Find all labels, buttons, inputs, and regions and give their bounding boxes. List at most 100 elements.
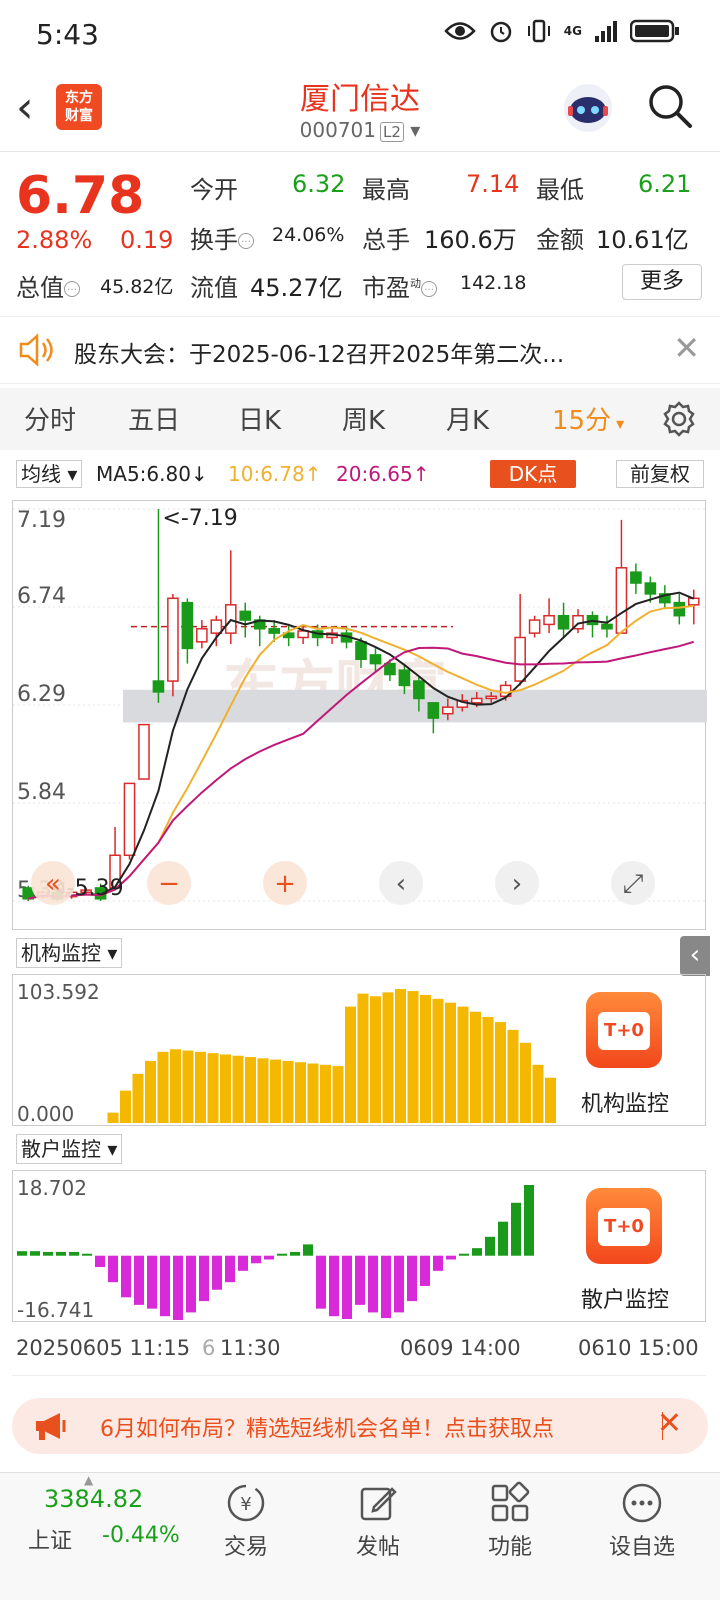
time-axis: 20250605 11:15 6 11:30 0609 14:00 0610 1… bbox=[12, 1322, 706, 1376]
eye-icon bbox=[444, 22, 476, 40]
index-ticker[interactable]: ▲ 3384.82 上证 -0.44% bbox=[0, 1473, 180, 1573]
zoom-in-icon[interactable]: + bbox=[263, 861, 307, 905]
chevron-left-icon[interactable]: ‹ bbox=[379, 861, 423, 905]
candle-body bbox=[427, 702, 440, 719]
tab-monthly[interactable]: 月K bbox=[446, 400, 489, 437]
retail-t0-button[interactable]: T+0 bbox=[586, 1188, 662, 1264]
candle-body bbox=[384, 662, 396, 676]
candle-body bbox=[355, 641, 367, 661]
max-label: 18.702 bbox=[17, 1176, 87, 1200]
inst-bar bbox=[507, 1029, 519, 1123]
retail-bar bbox=[277, 1253, 287, 1256]
turnover-label-text: 换手 bbox=[190, 226, 238, 254]
zoom-out-icon[interactable]: − bbox=[147, 861, 191, 905]
candle-body bbox=[441, 706, 454, 715]
collapse-toggle[interactable]: ‹ bbox=[680, 936, 710, 976]
tab-five-day[interactable]: 五日 bbox=[128, 400, 180, 437]
kline-chart[interactable]: 7.196.746.295.845.39东方财富<-7.19<-5.39«−+‹… bbox=[12, 500, 707, 930]
inst-bar bbox=[357, 993, 369, 1123]
chevron-right-icon[interactable]: › bbox=[495, 861, 539, 905]
inst-bar bbox=[370, 996, 381, 1123]
close-icon[interactable]: ✕ bbox=[657, 1406, 682, 1441]
pe-dynamic-mark: 动 bbox=[410, 277, 421, 290]
retail-bar bbox=[82, 1253, 92, 1256]
retail-bar bbox=[342, 1255, 352, 1319]
gear-icon[interactable] bbox=[660, 400, 698, 438]
retail-monitor-select[interactable]: 散户监控 ▾ bbox=[16, 1134, 123, 1164]
time-label: 0610 15:00 bbox=[578, 1336, 699, 1360]
tab-intraday[interactable]: 分时 bbox=[24, 400, 76, 437]
index-value: 3384.82 bbox=[44, 1485, 144, 1513]
retail-bar bbox=[355, 1255, 365, 1305]
retail-bar bbox=[251, 1255, 261, 1264]
control-glyph: − bbox=[158, 869, 180, 899]
retail-bar bbox=[69, 1251, 79, 1256]
mcap-value: 45.82亿 bbox=[100, 276, 174, 298]
info-icon[interactable]: … bbox=[64, 281, 80, 297]
candle-body bbox=[601, 623, 613, 630]
nav-trade-label: 交易 bbox=[223, 1535, 268, 1560]
expand-icon[interactable]: ⤢ bbox=[611, 861, 655, 905]
indicator-select[interactable]: 均线 ▾ bbox=[16, 460, 83, 488]
dk-point-button[interactable]: DK点 bbox=[490, 460, 576, 488]
status-bar: 5:43 4G bbox=[0, 0, 720, 70]
candle-body bbox=[369, 654, 382, 665]
info-icon[interactable]: … bbox=[238, 233, 254, 249]
inst-bar bbox=[282, 1060, 294, 1123]
retail-bar bbox=[17, 1251, 27, 1256]
chevrons-left-icon[interactable]: « bbox=[31, 861, 75, 905]
open-label: 今开 bbox=[190, 176, 238, 204]
tab-15min[interactable]: 15分 ▾ bbox=[552, 400, 624, 437]
more-icon bbox=[622, 1483, 662, 1523]
inst-bar bbox=[120, 1090, 131, 1123]
chevron-down-icon: ▾ bbox=[611, 414, 625, 433]
high-marker: <-7.19 bbox=[162, 506, 237, 531]
tab-daily[interactable]: 日K bbox=[238, 400, 281, 437]
tab-weekly[interactable]: 周K bbox=[342, 400, 385, 437]
retail-bar bbox=[264, 1255, 274, 1260]
announcement-bar[interactable]: 股东大会：于2025-06-12召开2025年第二次... ✕ bbox=[0, 316, 720, 384]
high-value: 7.14 bbox=[466, 170, 520, 198]
trade-icon: ¥ bbox=[227, 1484, 265, 1522]
retail-bar bbox=[524, 1185, 534, 1256]
retail-t0-label[interactable]: 散户监控 bbox=[550, 1282, 700, 1314]
index-percent: -0.44% bbox=[102, 1523, 180, 1548]
grid-icon bbox=[491, 1481, 530, 1522]
candle-body bbox=[239, 610, 252, 621]
high-label: 最高 bbox=[362, 176, 410, 204]
inst-bar bbox=[145, 1060, 156, 1123]
candle-body bbox=[224, 604, 237, 634]
inst-bar bbox=[395, 989, 406, 1123]
candle-body bbox=[413, 680, 425, 700]
time-label: 0609 14:00 bbox=[400, 1336, 521, 1360]
retail-bar bbox=[95, 1255, 105, 1268]
retail-bar bbox=[108, 1255, 118, 1283]
info-icon[interactable]: … bbox=[421, 281, 437, 297]
candle-body bbox=[557, 614, 570, 630]
robot-assistant-icon[interactable] bbox=[560, 80, 616, 136]
promo-banner[interactable]: 6月如何布局？精选短线机会名单！点击获取点 ✕ bbox=[12, 1398, 708, 1454]
inst-bar bbox=[132, 1073, 144, 1123]
retail-bar bbox=[43, 1251, 53, 1256]
retail-bar bbox=[485, 1236, 495, 1256]
inst-monitor-select[interactable]: 机构监控 ▾ bbox=[16, 938, 123, 968]
more-button[interactable]: 更多 bbox=[622, 264, 702, 300]
time-label: 20250605 11:15 bbox=[16, 1336, 191, 1360]
retail-bar bbox=[511, 1202, 521, 1256]
control-glyph: « bbox=[45, 869, 61, 899]
y-tick-label: 6.74 bbox=[17, 584, 66, 609]
inst-t0-label[interactable]: 机构监控 bbox=[550, 1086, 700, 1118]
inst-bar bbox=[232, 1055, 244, 1123]
inst-bar bbox=[220, 1054, 231, 1123]
inst-bar bbox=[270, 1059, 281, 1123]
search-icon[interactable] bbox=[646, 82, 694, 130]
inst-bar bbox=[432, 998, 444, 1123]
close-icon[interactable]: ✕ bbox=[673, 329, 700, 367]
candle-body bbox=[470, 697, 483, 704]
amount-value: 10.61亿 bbox=[596, 226, 689, 254]
adjust-button[interactable]: 前复权 bbox=[616, 460, 704, 488]
nav-functions-label: 功能 bbox=[487, 1535, 532, 1560]
ma10-value: 10:6.78↑ bbox=[228, 462, 322, 486]
inst-t0-button[interactable]: T+0 bbox=[586, 992, 662, 1068]
retail-monitor-label: 散户监控 bbox=[21, 1137, 101, 1161]
